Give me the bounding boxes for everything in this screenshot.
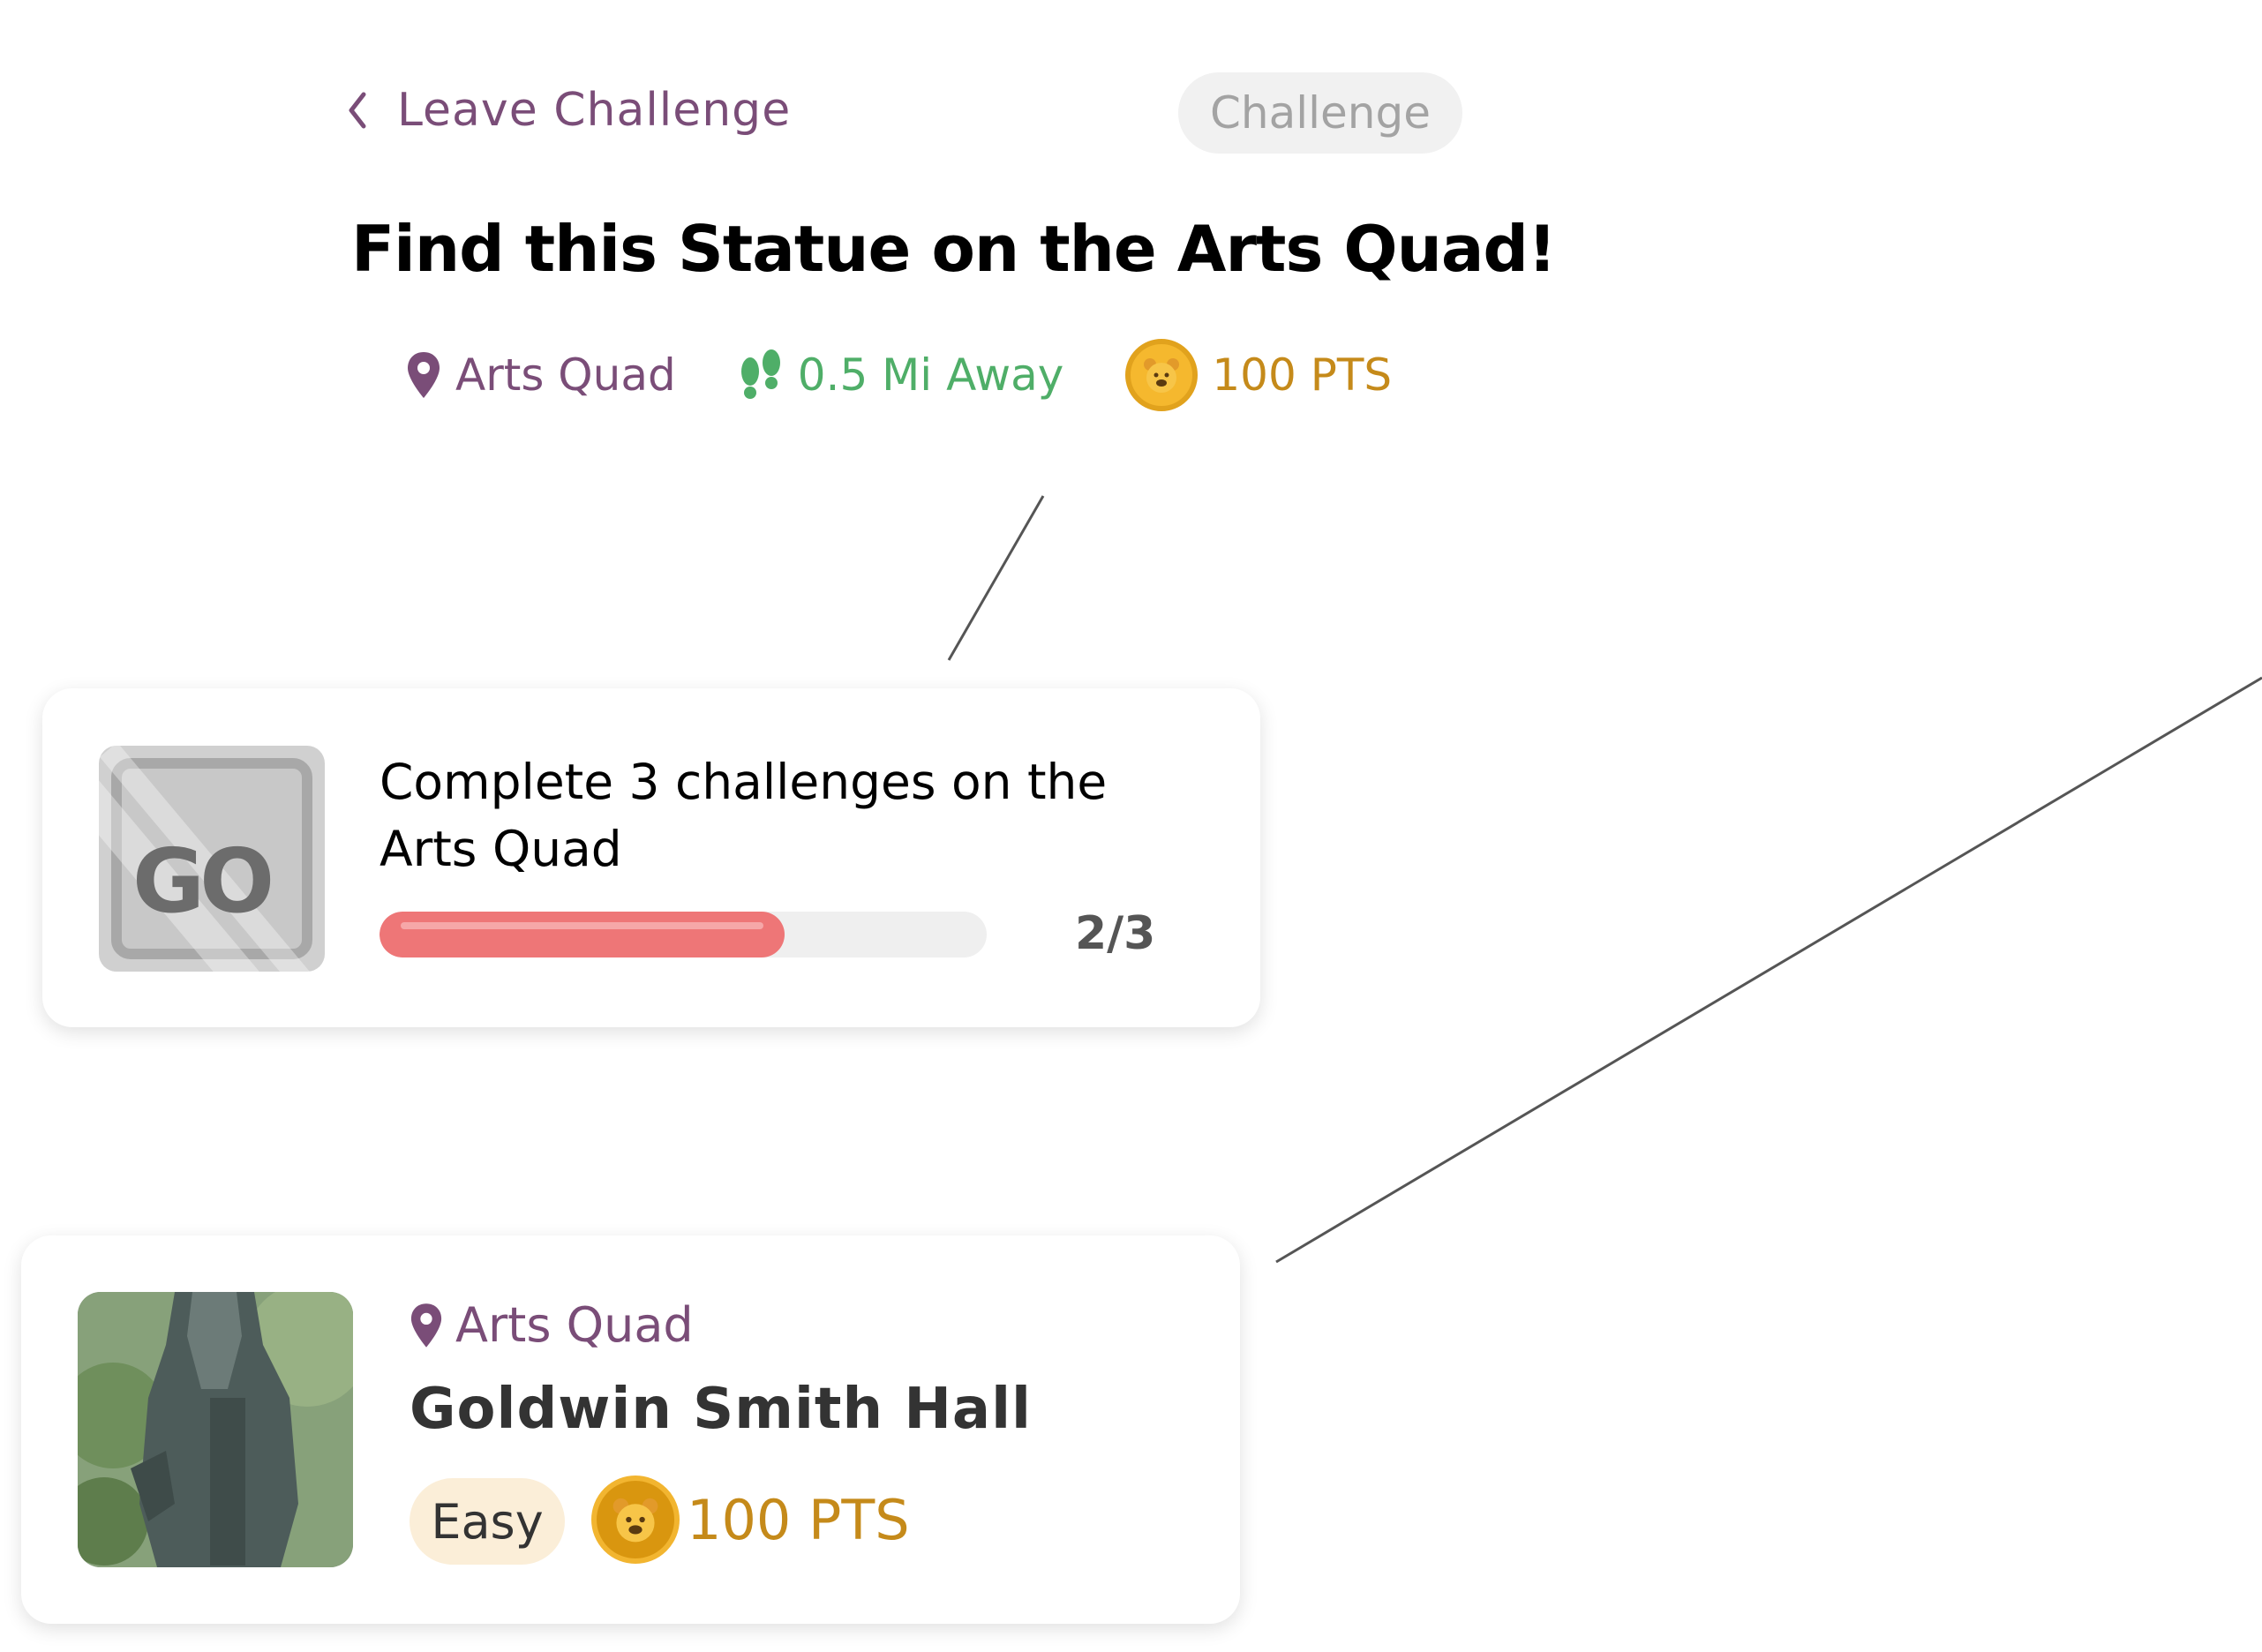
location-info: Arts Quad — [406, 349, 676, 401]
challenge-points: 100 PTS — [591, 1476, 910, 1564]
bear-coin-icon — [591, 1476, 680, 1564]
achievement-progress-fill — [380, 912, 785, 957]
distance-info: 0.5 Mi Away — [738, 349, 1064, 402]
location-pin-icon — [408, 352, 440, 398]
go-binoculars-badge-icon: GO — [99, 746, 325, 972]
location-pin-icon — [410, 1303, 442, 1348]
footsteps-icon — [740, 349, 780, 399]
challenge-type-pill: Challenge — [1178, 72, 1462, 154]
connector-line-challenge — [1275, 676, 2262, 1264]
points-label: 100 PTS — [1212, 349, 1393, 401]
bear-coin-icon — [1125, 339, 1199, 411]
statue-photo — [78, 1292, 353, 1567]
location-label: Arts Quad — [455, 349, 676, 401]
challenge-card[interactable]: Arts Quad Goldwin Smith Hall Easy 100 PT… — [21, 1235, 1240, 1624]
leave-challenge-label: Leave Challenge — [397, 84, 792, 137]
connector-line-achievement — [947, 495, 1045, 661]
achievement-progress-label: 2/3 — [1075, 907, 1156, 960]
difficulty-badge: Easy — [410, 1478, 565, 1565]
chevron-left-icon — [349, 92, 366, 129]
page-title: Find this Statue on the Arts Quad! — [351, 212, 1557, 286]
challenge-location-label: Arts Quad — [455, 1297, 694, 1353]
leave-challenge-button[interactable]: Leave Challenge — [344, 84, 791, 137]
challenge-location: Arts Quad — [410, 1297, 694, 1353]
achievement-card[interactable]: GO Complete 3 challenges on the Arts Qua… — [42, 688, 1260, 1027]
challenge-meta-row: Arts Quad 0.5 Mi Away 100 PTS — [406, 335, 1392, 415]
points-info: 100 PTS — [1125, 339, 1392, 411]
challenge-name: Goldwin Smith Hall — [410, 1377, 1032, 1442]
challenge-points-label: 100 PTS — [687, 1487, 910, 1552]
distance-label: 0.5 Mi Away — [797, 349, 1064, 401]
achievement-progress-bar — [380, 912, 987, 957]
achievement-description: Complete 3 challenges on the Arts Quad — [380, 754, 1108, 877]
